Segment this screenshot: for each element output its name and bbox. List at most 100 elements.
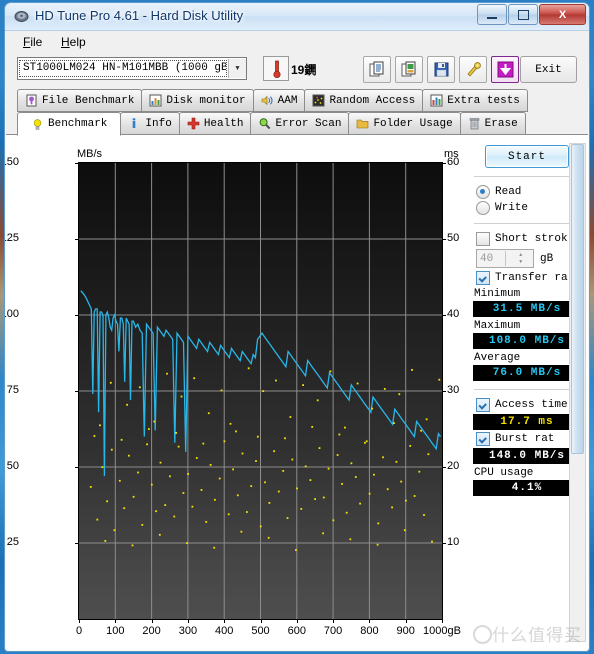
checkbox-access-time[interactable]: Access time — [476, 398, 582, 412]
y2-axis-tick: 50 — [447, 232, 460, 244]
app-window: HD Tune Pro 4.61 - Hard Disk Utility X F… — [4, 2, 590, 652]
tab-health[interactable]: Health — [178, 112, 252, 135]
y-axis-tick: 25 — [6, 536, 19, 548]
control-panel: Start Read Write Short strok 40 ▲ ▼ gB T… — [472, 143, 582, 498]
tab-aam-label: AAM — [277, 94, 298, 107]
start-button[interactable]: Start — [485, 145, 569, 168]
title-bar: HD Tune Pro 4.61 - Hard Disk Utility X — [5, 3, 589, 31]
maximum-label: Maximum — [474, 320, 521, 332]
checkbox-transfer-rate-icon — [476, 271, 490, 285]
tab-file-benchmark[interactable]: File Benchmark — [17, 89, 143, 112]
x-axis-tickmark — [296, 619, 298, 623]
x-axis-tickmark — [333, 619, 335, 623]
checkbox-transfer-rate[interactable]: Transfer ra — [476, 271, 582, 285]
tab-info[interactable]: Info — [120, 112, 180, 135]
tab-folder-usage[interactable]: Folder Usage — [348, 112, 461, 135]
plot-area: 0 100 200 300 400 500 600 700 800 900 1000gB — [75, 162, 461, 637]
x-axis-tickmark — [79, 619, 80, 623]
x-axis-tick: 800 — [360, 625, 379, 637]
file-benchmark-icon — [25, 94, 38, 107]
x-axis-tick: 600 — [287, 625, 306, 637]
divider-2 — [474, 223, 580, 224]
x-axis-tickmark — [442, 619, 443, 623]
stepper-arrows[interactable]: ▲ ▼ — [504, 251, 534, 267]
tab-aam[interactable]: AAM — [252, 89, 306, 112]
radio-write[interactable]: Write — [476, 201, 582, 215]
x-axis-tick: 1000gB — [423, 625, 461, 637]
short-stroke-size-field[interactable]: 40 ▲ ▼ — [476, 249, 534, 268]
x-axis-tickmark — [187, 619, 189, 623]
menu-file-rest: ile — [30, 35, 43, 49]
y-axis-tick: 125 — [5, 232, 19, 244]
speaker-icon — [261, 94, 274, 107]
settings-button[interactable] — [459, 56, 487, 83]
tab-row-primary: File Benchmark Disk monitor AAM Random A… — [5, 89, 589, 112]
x-axis-tickmark — [151, 619, 153, 623]
copy-image-button[interactable] — [395, 56, 423, 83]
stepper-down-icon[interactable]: ▼ — [509, 259, 534, 267]
menu-item-file[interactable]: File — [17, 34, 48, 50]
y-axis-tickmark — [75, 543, 79, 544]
short-stroke-unit: gB — [540, 252, 554, 265]
checkbox-transfer-rate-label: Transfer ra — [495, 272, 568, 284]
tab-random-access[interactable]: Random Access — [304, 89, 424, 112]
tab-benchmark[interactable]: Benchmark — [17, 112, 122, 136]
average-value: 76.0 MB/s — [473, 365, 581, 381]
exit-button[interactable]: Exit — [520, 56, 577, 83]
copy-text-button[interactable] — [363, 56, 391, 83]
extra-tests-icon — [430, 94, 443, 107]
y2-axis-tick: 60 — [447, 156, 460, 168]
window-title: HD Tune Pro 4.61 - Hard Disk Utility — [35, 8, 244, 23]
checkbox-access-time-label: Access time — [495, 399, 568, 411]
chart-canvas — [79, 163, 442, 619]
tab-disk-monitor-label: Disk monitor — [166, 94, 246, 107]
x-axis-tick: 700 — [323, 625, 343, 637]
disk-icon — [14, 9, 29, 24]
x-axis-tick: 0 — [75, 625, 83, 637]
drive-select[interactable]: ST1000LM024 HN-M101MBB (1000 gB) ▼ — [17, 57, 247, 80]
short-stroke-size-stepper[interactable]: 40 ▲ ▼ gB — [476, 249, 582, 268]
y-axis-tickmark — [75, 467, 79, 468]
y2-axis-tick: 40 — [447, 308, 460, 320]
tab-info-label: Info — [145, 117, 172, 130]
tab-disk-monitor[interactable]: Disk monitor — [141, 89, 254, 112]
y2-axis-tickmark — [442, 467, 446, 468]
download-button[interactable] — [491, 56, 519, 83]
divider-1 — [474, 176, 580, 177]
tab-erase[interactable]: Erase — [459, 112, 526, 135]
window-controls: X — [477, 4, 586, 25]
divider-3 — [474, 389, 580, 390]
watermark-text: 什么值得买 — [492, 626, 582, 646]
checkbox-burst-rate[interactable]: Burst rat — [476, 432, 582, 446]
y2-axis-tick: 10 — [447, 536, 460, 548]
scrollbar-thumb[interactable] — [571, 144, 584, 455]
checkbox-short-stroke[interactable]: Short strok — [476, 232, 582, 246]
maximize-icon — [517, 9, 529, 20]
radio-read[interactable]: Read — [476, 185, 582, 199]
minimum-value: 31.5 MB/s — [473, 301, 581, 317]
y-axis-tick: 100 — [5, 308, 19, 320]
x-axis-tickmark — [260, 619, 262, 623]
menu-item-help[interactable]: Help — [55, 34, 92, 50]
minimize-button[interactable] — [477, 4, 507, 25]
y-axis-tickmark — [75, 315, 79, 316]
checkbox-access-time-icon — [476, 398, 490, 412]
temperature-unit: 鐦 — [304, 63, 317, 77]
stepper-up-icon[interactable]: ▲ — [509, 251, 534, 259]
vertical-scrollbar[interactable] — [569, 143, 586, 642]
y2-axis-tickmark — [442, 239, 446, 240]
bulb-icon — [31, 118, 44, 131]
tab-error-scan[interactable]: Error Scan — [250, 112, 350, 135]
y-axis-tickmark — [75, 391, 79, 392]
maximize-button[interactable] — [508, 4, 538, 25]
checkbox-short-stroke-icon — [476, 232, 490, 246]
info-icon — [128, 117, 141, 130]
x-axis-tick: 500 — [251, 625, 270, 637]
close-button[interactable]: X — [539, 4, 586, 25]
tab-extra-tests[interactable]: Extra tests — [422, 89, 528, 112]
save-button[interactable] — [427, 56, 455, 83]
toolbar: ST1000LM024 HN-M101MBB (1000 gB) ▼ 19鐦 E… — [5, 53, 589, 89]
maximum-value: 108.0 MB/s — [473, 333, 581, 349]
y-axis-tickmark — [75, 163, 79, 164]
temperature-value: 19鐦 — [291, 61, 316, 78]
